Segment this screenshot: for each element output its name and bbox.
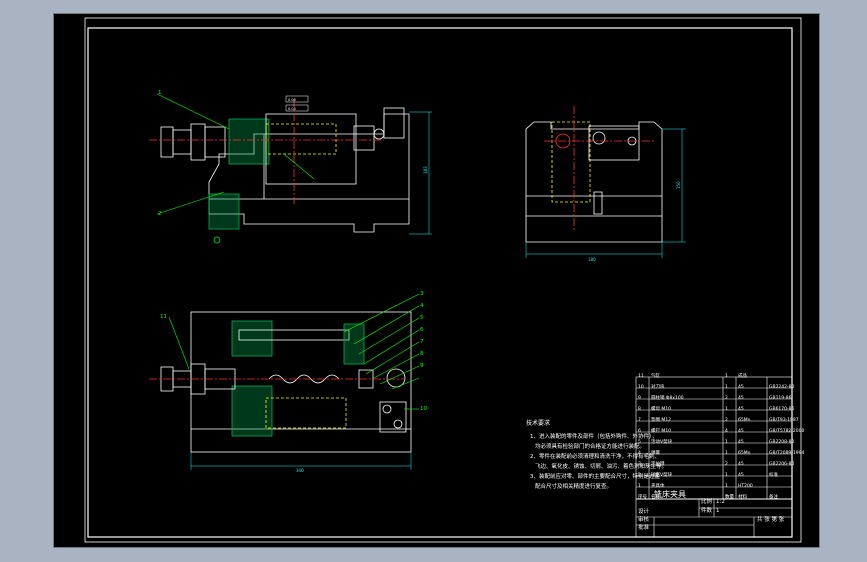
parts-cell-no: 2 [638, 473, 641, 478]
parts-cell-material: 45 [738, 385, 744, 390]
parts-header-no: 序号 [638, 495, 647, 500]
parts-cell-qty: 1 [725, 473, 728, 478]
top-width-dim: 340 [296, 468, 304, 473]
parts-cell-name: 对刀块 [651, 385, 665, 390]
tech-requirements-title: 技术要求 [526, 420, 551, 427]
parts-cell-material: 45 [738, 429, 744, 434]
parts-cell-qty: 2 [725, 462, 728, 467]
parts-cell-material: 65Mn [738, 418, 751, 423]
parts-cell-material: 45 [738, 462, 744, 467]
balloon-7: 7 [420, 339, 424, 345]
parts-cell-name: 气缸 [651, 374, 660, 379]
sheet-count: 共 张 第 张 [757, 517, 785, 523]
parts-cell-name: 螺母 M10 [651, 407, 672, 412]
parts-cell-material: 45 [738, 407, 744, 412]
parts-cell-qty: 1 [725, 385, 728, 390]
parts-cell-remark: 标准 [769, 473, 778, 478]
assembly-drawing: 183 0.05 0.05 180 150 340 [84, 17, 802, 543]
parts-cell-remark: GB2242-80 [769, 385, 795, 390]
balloon-4: 4 [420, 303, 424, 309]
parts-cell-no: 3 [638, 462, 641, 467]
parts-cell-name: 圆柱销 Φ8x100 [651, 396, 684, 401]
parts-cell-remark: GB/T5782-2000 [769, 429, 805, 434]
parts-cell-remark: GB2206-80 [769, 462, 795, 467]
cad-viewport[interactable]: 183 0.05 0.05 180 150 340 1 2 3 4 5 6 7 … [54, 14, 819, 547]
parts-cell-material: 45 [738, 440, 744, 445]
parts-cell-no: 7 [638, 418, 641, 423]
parts-cell-name: 活动V型块 [651, 440, 673, 445]
parts-cell-qty: 4 [725, 429, 728, 434]
balloon-8: 8 [420, 351, 424, 357]
balloon-3: 3 [420, 291, 424, 297]
parts-cell-name: 垫圈 M12 [651, 418, 672, 423]
front-view [149, 99, 410, 244]
top-leaders [168, 293, 420, 410]
balloon-1: 1 [158, 90, 162, 96]
sheet-label: 件数 [701, 508, 713, 514]
parts-header-material: 材料 [738, 495, 747, 500]
parts-cell-no: 5 [638, 440, 641, 445]
parts-cell-qty: 1 [725, 374, 728, 379]
parts-cell-remark: GB119-86 [769, 396, 792, 401]
parts-header-remark: 备注 [769, 495, 778, 500]
parts-cell-material: 45 [738, 396, 744, 401]
parts-cell-qty: 1 [725, 440, 728, 445]
side-view [525, 106, 663, 243]
parts-cell-remark: GB2208-80 [769, 440, 795, 445]
sheet-value: 1 [716, 508, 720, 514]
balloon-10: 10 [420, 406, 427, 412]
top-view [149, 311, 412, 453]
balloon-11: 11 [160, 314, 167, 320]
parts-cell-no: 11 [638, 374, 644, 379]
parts-cell-qty: 1 [725, 484, 728, 489]
parts-cell-name: 螺钉 M10 [651, 429, 672, 434]
parts-cell-material: 65Mn [738, 451, 751, 456]
parts-cell-qty: 1 [725, 451, 728, 456]
parts-cell-remark: GB/T93-1987 [769, 418, 799, 423]
parts-cell-qty: 2 [725, 396, 728, 401]
drawing-name: 铣床夹具 [654, 490, 686, 499]
parts-cell-name: 弹簧 [651, 451, 660, 456]
parts-cell-no: 4 [638, 451, 641, 456]
side-height-dim: 150 [676, 181, 681, 189]
tech-requirement-line: 均必须具有检验部门的合格证方能进行装配。 [535, 444, 646, 450]
parts-cell-no: 8 [638, 407, 641, 412]
parts-cell-qty: 1 [725, 407, 728, 412]
sheet-frame [84, 17, 802, 543]
front-height-dim: 183 [423, 166, 428, 174]
tb-row-approve: 批准 [638, 525, 650, 531]
parts-cell-no: 6 [638, 429, 641, 434]
balloon-5: 5 [420, 315, 424, 321]
balloon-2: 2 [158, 211, 162, 217]
balloon-6: 6 [420, 327, 424, 333]
parts-cell-name: 固定V型块 [651, 473, 673, 478]
parts-cell-qty: 2 [725, 418, 728, 423]
parts-cell-no: 9 [638, 396, 641, 401]
parts-cell-material: 45 [738, 473, 744, 478]
parts-cell-material: HT200 [738, 484, 753, 489]
parts-cell-no: 10 [638, 385, 644, 390]
parts-cell-name: 定位键 [651, 462, 665, 467]
side-width-dim: 180 [588, 257, 596, 262]
parts-cell-material: 成品 [738, 374, 747, 379]
tolerance-2: 0.05 [288, 107, 296, 111]
parts-cell-remark: GB6170-86 [769, 407, 795, 412]
balloon-9: 9 [420, 363, 424, 369]
parts-cell-no: 1 [638, 484, 641, 489]
tech-requirement-line: 飞边、氧化皮、锈蚀、切屑、油污、着色剂和灰尘等。 [535, 464, 668, 470]
tolerance-1: 0.05 [288, 98, 296, 102]
parts-cell-remark: GB/T2089-1994 [769, 451, 805, 456]
parts-header-qty: 数量 [725, 495, 734, 500]
tech-requirement-line: 配合尺寸及相关精度进行复查。 [535, 484, 613, 490]
front-dimensions [285, 95, 432, 235]
